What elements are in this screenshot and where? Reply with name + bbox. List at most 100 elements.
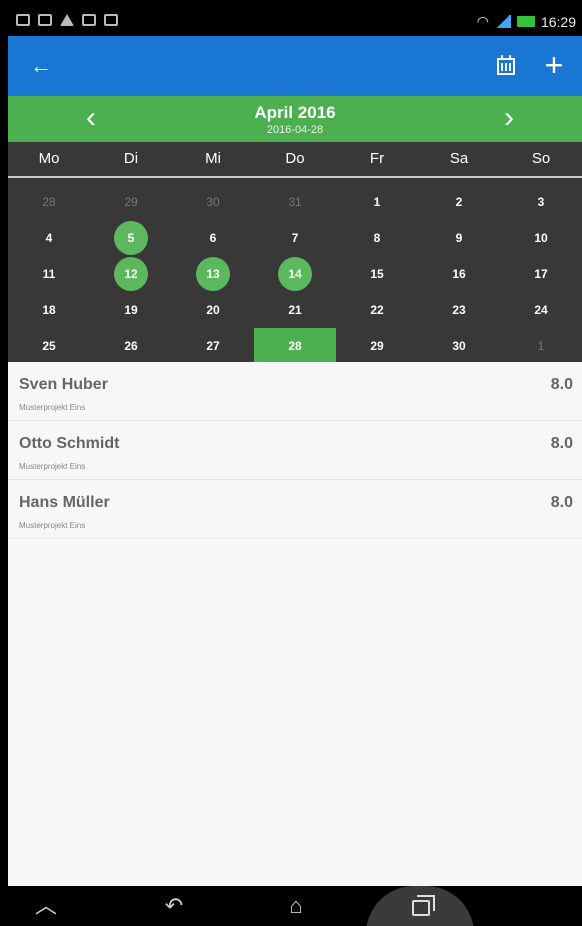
navigation-bar: ︿ ↶ ⌂ — [8, 886, 582, 926]
wifi-icon: ◠ — [476, 13, 489, 29]
calendar-day[interactable]: 23 — [418, 292, 500, 328]
calendar-day[interactable]: 24 — [500, 292, 582, 328]
calendar-day-number: 21 — [288, 303, 302, 317]
calendar-day-number: 1 — [537, 339, 545, 353]
calendar-day-number: 28 — [288, 339, 302, 353]
weekday-label: So — [531, 150, 551, 167]
plus-icon[interactable]: + — [539, 49, 569, 83]
calendar-day-number: 25 — [42, 339, 56, 353]
calendar-day-number: 20 — [206, 303, 220, 317]
calendar-day-marked[interactable]: 12 — [90, 256, 172, 292]
calendar-day-number: 30 — [452, 339, 466, 353]
entry-project: Musterprojekt Eins — [19, 403, 86, 412]
back-arrow-icon[interactable]: ← — [30, 52, 60, 80]
calendar-day-marked[interactable]: 5 — [90, 220, 172, 256]
calendar-day[interactable]: 6 — [172, 220, 254, 256]
calendar-icon[interactable] — [494, 54, 518, 78]
image-icon — [82, 14, 96, 26]
calendar-day-number: 15 — [370, 267, 384, 281]
notification-icon — [16, 14, 30, 26]
recent-apps-icon[interactable] — [412, 900, 430, 916]
app-bar: ← + — [8, 36, 582, 96]
calendar-day[interactable]: 18 — [8, 292, 90, 328]
calendar-day[interactable]: 9 — [418, 220, 500, 256]
entry-hours: 8.0 — [550, 435, 573, 452]
hide-bar-icon[interactable]: ︿ — [30, 892, 62, 920]
calendar-day[interactable]: 20 — [172, 292, 254, 328]
time-entry-row[interactable]: Otto Schmidt Musterprojekt Eins 8.0 — [8, 421, 582, 480]
calendar-day-number: 2 — [455, 195, 463, 209]
calendar-day-number: 19 — [124, 303, 138, 317]
calendar-day[interactable]: 29 — [336, 328, 418, 364]
calendar-day-number: 16 — [452, 267, 466, 281]
calendar-day-number: 28 — [42, 195, 56, 209]
calendar-day[interactable]: 15 — [336, 256, 418, 292]
calendar-day-number: 30 — [206, 195, 220, 209]
calendar-day-number: 5 — [114, 221, 148, 255]
calendar-week-row: 11 12 13 14 15 16 17 — [8, 256, 582, 292]
calendar-day-selected[interactable]: 28 — [254, 328, 336, 364]
calendar-day[interactable]: 22 — [336, 292, 418, 328]
calendar-day[interactable]: 8 — [336, 220, 418, 256]
calendar-day-number: 31 — [288, 195, 302, 209]
calendar-week-row: 4 5 6 7 8 9 10 — [8, 220, 582, 256]
calendar-day-number: 29 — [124, 195, 138, 209]
calendar-day-number: 8 — [373, 231, 381, 245]
calendar-day[interactable]: 10 — [500, 220, 582, 256]
calendar-day[interactable]: 26 — [90, 328, 172, 364]
calendar-day[interactable]: 25 — [8, 328, 90, 364]
calendar-day[interactable]: 1 — [336, 184, 418, 220]
calendar-day[interactable]: 17 — [500, 256, 582, 292]
calendar-day[interactable]: 7 — [254, 220, 336, 256]
calendar-day[interactable]: 11 — [8, 256, 90, 292]
calendar-day-number: 4 — [45, 231, 53, 245]
calendar-day[interactable]: 27 — [172, 328, 254, 364]
calendar-day[interactable]: 4 — [8, 220, 90, 256]
calendar-week-row: 18 19 20 21 22 23 24 — [8, 292, 582, 328]
weekday-label: Fr — [369, 150, 385, 167]
notification-icons — [16, 14, 118, 26]
entry-name: Sven Huber — [19, 376, 108, 393]
calendar-day[interactable]: 31 — [254, 184, 336, 220]
calendar-day[interactable]: 2 — [418, 184, 500, 220]
weekday-label: Sa — [449, 150, 469, 167]
calendar-day[interactable]: 21 — [254, 292, 336, 328]
time-entry-row[interactable]: Hans Müller Musterprojekt Eins 8.0 — [8, 480, 582, 539]
home-icon[interactable]: ⌂ — [280, 892, 312, 920]
calendar-day[interactable]: 1 — [500, 328, 582, 364]
entry-name: Hans Müller — [19, 494, 110, 511]
time-entry-list: Sven Huber Musterprojekt Eins 8.0 Otto Schm… — [8, 362, 582, 539]
calendar-day-number: 1 — [373, 195, 381, 209]
entry-hours: 8.0 — [550, 494, 573, 511]
calendar-day[interactable]: 29 — [90, 184, 172, 220]
app-frame: ◠ 16:29 ← + ‹ April 2016 2016-04-28 › Mo… — [8, 8, 582, 926]
calendar-day[interactable]: 30 — [172, 184, 254, 220]
calendar-week-row: 28 29 30 31 1 2 3 — [8, 184, 582, 220]
calendar-grid: 28 29 30 31 1 2 3 4 5 6 7 8 9 10 11 12 13 14 15 16 17 18 19 20 2… — [8, 178, 582, 364]
calendar-day-number: 9 — [455, 231, 463, 245]
status-bar: ◠ 16:29 — [8, 8, 582, 36]
calendar-day-number: 6 — [209, 231, 217, 245]
time-entry-row[interactable]: Sven Huber Musterprojekt Eins 8.0 — [8, 362, 582, 421]
calendar-day-marked[interactable]: 13 — [172, 256, 254, 292]
entry-hours: 8.0 — [550, 376, 573, 393]
system-icons: ◠ 16:29 — [477, 13, 576, 30]
calendar-day-number: 26 — [124, 339, 138, 353]
calendar-day-marked[interactable]: 14 — [254, 256, 336, 292]
entry-name: Otto Schmidt — [19, 435, 120, 452]
mail-icon — [38, 14, 52, 26]
back-icon[interactable]: ↶ — [158, 892, 190, 920]
entry-project: Musterprojekt Eins — [19, 521, 86, 530]
chevron-right-icon[interactable]: › — [494, 102, 524, 136]
calendar-day[interactable]: 3 — [500, 184, 582, 220]
calendar-day-number: 22 — [370, 303, 384, 317]
calendar-day[interactable]: 30 — [418, 328, 500, 364]
calendar-day[interactable]: 16 — [418, 256, 500, 292]
signal-icon — [494, 15, 511, 28]
calendar-day-number: 18 — [42, 303, 56, 317]
calendar-day[interactable]: 28 — [8, 184, 90, 220]
calendar-day-number: 11 — [42, 267, 56, 281]
status-time: 16:29 — [540, 13, 576, 30]
calendar-day[interactable]: 19 — [90, 292, 172, 328]
warning-icon — [60, 14, 74, 26]
